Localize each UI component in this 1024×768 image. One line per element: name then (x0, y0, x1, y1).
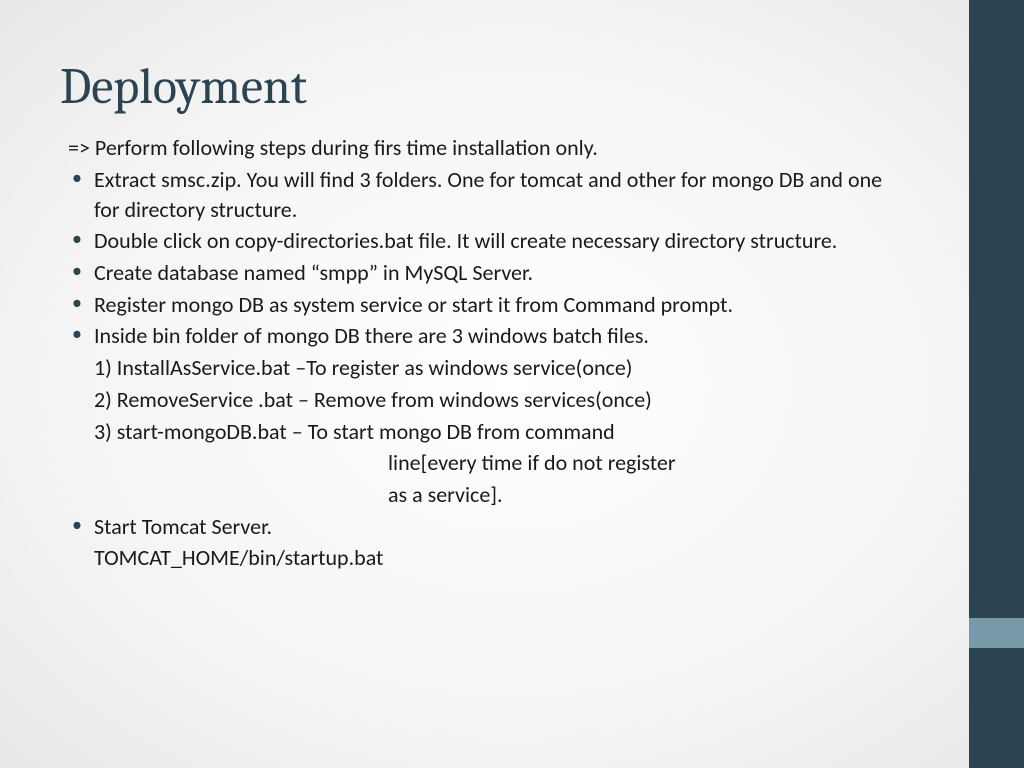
bullet-item: Register mongo DB as system service or s… (68, 290, 890, 320)
bullet-item: Inside bin folder of mongo DB there are … (68, 321, 890, 351)
numbered-item: 3) start-mongoDB.bat – To start mongo DB… (68, 417, 890, 447)
bullet-list: Extract smsc.zip. You will find 3 folder… (60, 165, 890, 573)
bullet-item: Double click on copy-directories.bat fil… (68, 226, 890, 256)
numbered-item: 2) RemoveService .bat – Remove from wind… (68, 385, 890, 415)
sidebar-accent-dark (969, 0, 1024, 768)
trailing-text: TOMCAT_HOME/bin/startup.bat (68, 543, 890, 573)
indented-line: as a service]. (68, 480, 890, 510)
bullet-item: Extract smsc.zip. You will find 3 folder… (68, 165, 890, 224)
numbered-item: 1) InstallAsService.bat –To register as … (68, 353, 890, 383)
bullet-item: Create database named “smpp” in MySQL Se… (68, 258, 890, 288)
sidebar-accent-light (969, 618, 1024, 648)
intro-text: => Perform following steps during firs t… (60, 134, 890, 161)
bullet-item: Start Tomcat Server. (68, 512, 890, 542)
indented-line: line[every time if do not register (68, 448, 890, 478)
slide-content: Deployment => Perform following steps du… (0, 0, 960, 595)
slide-title: Deployment (60, 58, 890, 116)
